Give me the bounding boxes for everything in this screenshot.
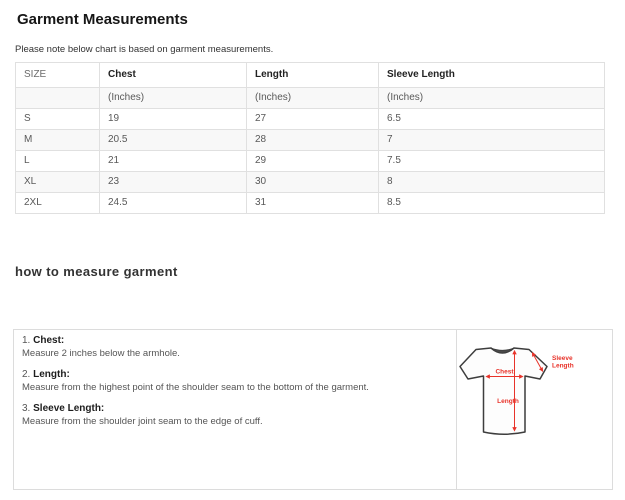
- page-title: Garment Measurements: [17, 11, 625, 28]
- instruction-text: Measure from the highest point of the sh…: [22, 381, 448, 394]
- table-row-m: M 20.5 28 7: [16, 130, 605, 151]
- length-cell: 31: [247, 193, 379, 214]
- size-chart-table: SIZE Chest Length Sleeve Length (Inches)…: [15, 62, 605, 214]
- length-cell: 30: [247, 172, 379, 193]
- column-header-sleeve-length: Sleeve Length: [379, 63, 605, 88]
- diagram-panel: Chest Length Sleeve Length: [456, 330, 612, 489]
- length-cell: 27: [247, 109, 379, 130]
- chest-arrow-label: Chest: [495, 369, 514, 376]
- garment-measurements-page: Garment Measurements Please note below c…: [0, 0, 625, 490]
- instruction-text: Measure from the shoulder joint seam to …: [22, 415, 448, 428]
- column-header-size: SIZE: [16, 63, 100, 88]
- instructions-panel: 1. Chest: Measure 2 inches below the arm…: [14, 330, 456, 489]
- length-cell: 29: [247, 151, 379, 172]
- unit-cell-length: (Inches): [247, 88, 379, 109]
- size-cell: M: [16, 130, 100, 151]
- instruction-item-length: 2. Length: Measure from the highest poin…: [22, 368, 448, 394]
- sleeve-cell: 8: [379, 172, 605, 193]
- tshirt-measurement-diagram-icon: Chest Length Sleeve Length: [459, 336, 609, 448]
- unit-cell-chest: (Inches): [100, 88, 247, 109]
- sleeve-cell: 6.5: [379, 109, 605, 130]
- instruction-text: Measure 2 inches below the armhole.: [22, 347, 448, 360]
- sleeve-cell: 8.5: [379, 193, 605, 214]
- table-row-s: S 19 27 6.5: [16, 109, 605, 130]
- sleeve-cell: 7: [379, 130, 605, 151]
- instruction-item-chest: 1. Chest: Measure 2 inches below the arm…: [22, 334, 448, 360]
- unit-cell-sleeve: (Inches): [379, 88, 605, 109]
- how-to-measure-panel: 1. Chest: Measure 2 inches below the arm…: [13, 329, 613, 490]
- instruction-number: 2.: [22, 369, 30, 380]
- instruction-number: 1.: [22, 335, 30, 346]
- table-row-2xl: 2XL 24.5 31 8.5: [16, 193, 605, 214]
- column-header-length: Length: [247, 63, 379, 88]
- size-cell: 2XL: [16, 193, 100, 214]
- table-row-xl: XL 23 30 8: [16, 172, 605, 193]
- length-arrow-label: Length: [497, 398, 519, 405]
- tshirt-shape: [460, 348, 547, 434]
- chest-cell: 20.5: [100, 130, 247, 151]
- column-header-chest: Chest: [100, 63, 247, 88]
- chest-cell: 21: [100, 151, 247, 172]
- instruction-number: 3.: [22, 403, 30, 414]
- instruction-item-sleeve-length: 3. Sleeve Length: Measure from the shoul…: [22, 402, 448, 428]
- instruction-label: Length:: [33, 369, 70, 380]
- instruction-label: Sleeve Length:: [33, 403, 104, 414]
- length-cell: 28: [247, 130, 379, 151]
- size-cell: L: [16, 151, 100, 172]
- chest-cell: 24.5: [100, 193, 247, 214]
- unit-cell-empty: [16, 88, 100, 109]
- instruction-label: Chest:: [33, 335, 64, 346]
- section-title: how to measure garment: [15, 264, 625, 279]
- table-row-l: L 21 29 7.5: [16, 151, 605, 172]
- chest-cell: 19: [100, 109, 247, 130]
- units-row: (Inches) (Inches) (Inches): [16, 88, 605, 109]
- sleeve-cell: 7.5: [379, 151, 605, 172]
- size-cell: S: [16, 109, 100, 130]
- header-row: SIZE Chest Length Sleeve Length: [16, 63, 605, 88]
- sleeve-arrow-label-line2: Length: [552, 363, 574, 370]
- sleeve-arrow-label-line1: Sleeve: [552, 355, 573, 362]
- chest-cell: 23: [100, 172, 247, 193]
- size-cell: XL: [16, 172, 100, 193]
- measurement-note: Please note below chart is based on garm…: [15, 44, 625, 56]
